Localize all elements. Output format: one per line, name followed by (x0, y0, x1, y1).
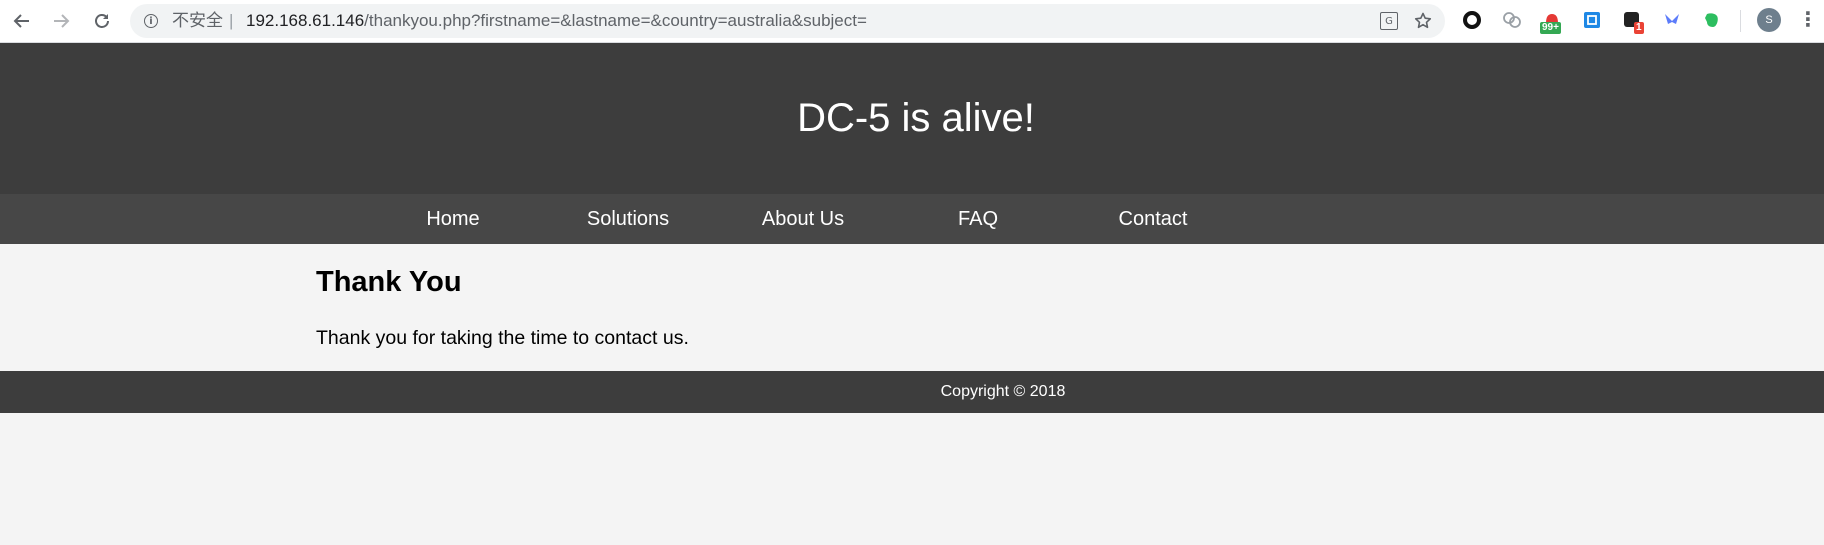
translate-button[interactable]: G (1378, 11, 1400, 31)
site-footer: Copyright © 2018 (0, 371, 1824, 413)
url-text[interactable]: 192.168.61.146/thankyou.php?firstname=&l… (246, 4, 867, 38)
site-nav: Home Solutions About Us FAQ Contact (0, 194, 1824, 244)
blue-square-extension-icon (1584, 12, 1600, 28)
nav-link-about-us[interactable]: About Us (743, 194, 863, 244)
site-header: DC-5 is alive! (0, 43, 1824, 194)
extension-notify-button[interactable]: 99+ (1540, 8, 1564, 34)
security-label: 不安全 (172, 11, 223, 30)
star-icon (1414, 12, 1432, 29)
site-title: DC-5 is alive! (797, 96, 1035, 140)
thank-you-message: Thank you for taking the time to contact… (316, 327, 689, 349)
extension-ring-button[interactable] (1460, 8, 1484, 32)
url-path: /thankyou.php?firstname=&lastname=&count… (364, 11, 867, 30)
nav-link-faq[interactable]: FAQ (918, 194, 1038, 244)
extension-evernote-button[interactable] (1700, 8, 1724, 32)
reload-icon (95, 14, 109, 28)
extension-badge-alert: 1 (1634, 22, 1644, 34)
nav-link-home[interactable]: Home (393, 194, 513, 244)
links-extension-icon (1503, 12, 1521, 28)
browser-toolbar: i 不安全 | 192.168.61.146/thankyou.php?firs… (0, 0, 1824, 43)
forward-button[interactable] (47, 7, 75, 35)
extension-dark-button[interactable]: 1 (1620, 8, 1644, 34)
url-separator: | (229, 11, 234, 30)
evernote-icon (1705, 13, 1718, 27)
profile-button[interactable]: S (1757, 8, 1781, 32)
translate-icon: G (1380, 12, 1398, 30)
nav-link-contact[interactable]: Contact (1093, 194, 1213, 244)
avatar: S (1757, 8, 1781, 32)
extension-badge-count: 99+ (1540, 22, 1561, 34)
address-bar[interactable]: i 不安全 | 192.168.61.146/thankyou.php?firs… (130, 4, 1445, 38)
extension-bird-button[interactable] (1660, 8, 1684, 32)
back-arrow-icon (13, 14, 29, 28)
nav-link-solutions[interactable]: Solutions (568, 194, 688, 244)
toolbar-divider (1740, 10, 1741, 32)
page-heading: Thank You (316, 266, 462, 298)
kebab-menu-icon: ⋮ (1798, 9, 1818, 31)
url-host: 192.168.61.146 (246, 11, 365, 30)
ring-extension-icon (1463, 11, 1481, 29)
copyright-text: Copyright © 2018 (940, 383, 1066, 400)
browser-menu-button[interactable]: ⋮ (1796, 8, 1820, 32)
back-button[interactable] (8, 7, 36, 35)
extension-blue-button[interactable] (1580, 8, 1604, 32)
bookmark-star-button[interactable] (1412, 11, 1434, 31)
reload-button[interactable] (88, 7, 116, 35)
forward-arrow-icon (54, 14, 70, 28)
bird-extension-icon (1665, 14, 1679, 24)
info-icon[interactable]: i (144, 14, 158, 28)
extension-links-button[interactable] (1500, 8, 1524, 32)
